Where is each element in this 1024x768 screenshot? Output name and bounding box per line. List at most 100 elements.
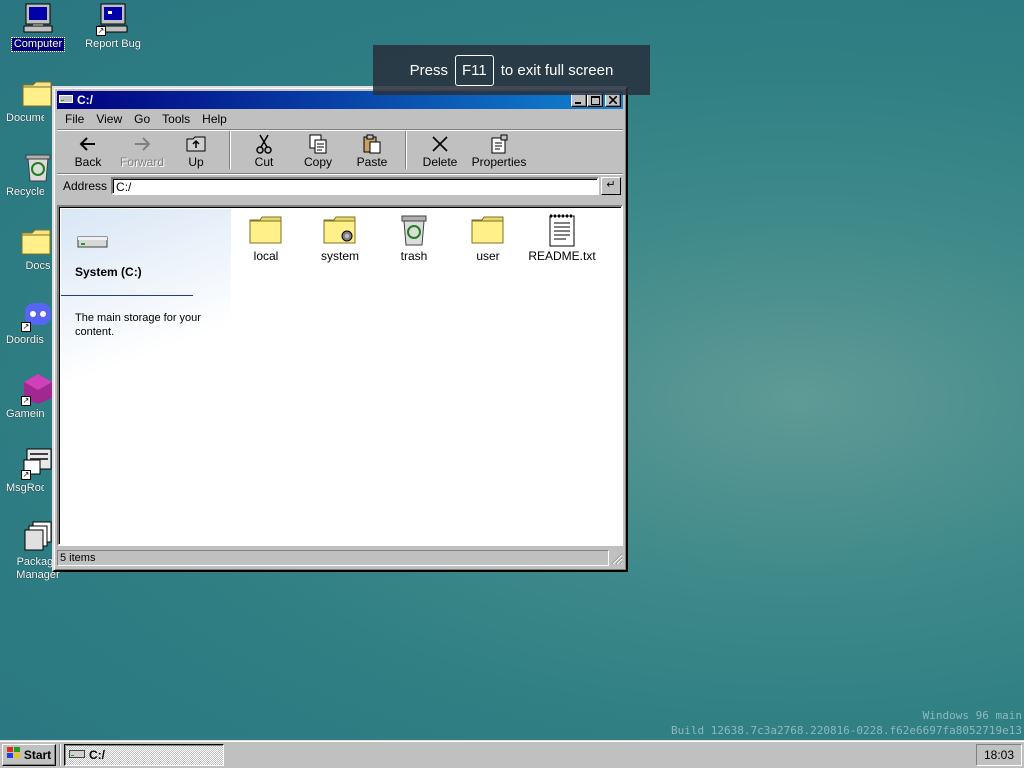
system-folder-icon bbox=[303, 211, 377, 249]
desktop-icon-label: Recycle bbox=[6, 186, 44, 198]
file-item-local[interactable]: local bbox=[229, 211, 303, 263]
fullscreen-notice: Press F11 to exit full screen bbox=[373, 45, 650, 95]
file-name: user bbox=[476, 249, 500, 263]
cut-label: Cut bbox=[254, 155, 274, 169]
watermark-line-1: Windows 96 main bbox=[922, 709, 1022, 722]
menu-view[interactable]: View bbox=[90, 110, 128, 128]
start-button[interactable]: Start bbox=[2, 743, 56, 766]
msgroom-icon: ↗ bbox=[21, 446, 55, 480]
desktop-icon-computer[interactable]: Computer bbox=[0, 2, 76, 52]
back-label: Back bbox=[74, 155, 102, 169]
properties-icon bbox=[467, 133, 531, 155]
close-button[interactable] bbox=[605, 93, 621, 107]
file-name: system bbox=[320, 249, 359, 263]
notice-key: F11 bbox=[455, 54, 494, 86]
address-label: Address bbox=[63, 178, 108, 193]
recycle-bin-icon bbox=[21, 150, 55, 184]
clock[interactable]: 18:03 bbox=[984, 748, 1014, 762]
info-sidepanel: System (C:) The main storage for your co… bbox=[61, 209, 231, 542]
system-tray: 18:03 bbox=[976, 743, 1022, 766]
cut-button[interactable]: Cut bbox=[237, 133, 291, 169]
scissors-icon bbox=[237, 133, 291, 155]
file-item-system[interactable]: system bbox=[303, 211, 377, 263]
menu-go[interactable]: Go bbox=[128, 110, 156, 128]
enter-arrow-icon: ↵ bbox=[606, 178, 616, 191]
address-bar: Address C:/ ↵ bbox=[57, 173, 623, 197]
file-name: local bbox=[253, 249, 279, 263]
maximize-icon bbox=[590, 95, 600, 105]
file-view[interactable]: System (C:) The main storage for your co… bbox=[57, 205, 623, 546]
up-button[interactable]: Up bbox=[169, 133, 223, 169]
toolbar-separator bbox=[229, 131, 231, 169]
hard-drive-icon bbox=[77, 235, 109, 249]
file-name: README.txt bbox=[528, 249, 596, 263]
package-manager-icon bbox=[21, 520, 55, 554]
notice-suffix: to exit full screen bbox=[500, 61, 614, 79]
desktop: Computer ↗ Report Bug Documents Recycle … bbox=[0, 0, 1024, 740]
taskbar-item-explorer[interactable]: C:/ bbox=[64, 743, 224, 766]
delete-label: Delete bbox=[422, 155, 458, 169]
copy-icon bbox=[291, 133, 345, 155]
desktop-icon-label: Report Bug bbox=[85, 38, 141, 50]
desktop-icon-label: Computer bbox=[10, 37, 66, 52]
watermark-line-2: Build 12638.7c3a2768.220816-0228.f62e669… bbox=[671, 724, 1022, 737]
folder-icon bbox=[451, 211, 525, 249]
address-input[interactable]: C:/ bbox=[111, 176, 599, 195]
item-count: 5 items bbox=[57, 550, 609, 566]
taskbar-separator bbox=[59, 743, 61, 766]
sidepanel-divider bbox=[61, 295, 193, 296]
file-item-trash[interactable]: trash bbox=[377, 211, 451, 263]
toolbar-separator bbox=[405, 131, 407, 169]
notice-prefix: Press bbox=[409, 61, 449, 79]
file-item-user[interactable]: user bbox=[451, 211, 525, 263]
paste-button[interactable]: Paste bbox=[345, 133, 399, 169]
menu-tools[interactable]: Tools bbox=[156, 110, 196, 128]
maximize-button[interactable] bbox=[587, 93, 603, 107]
menu-file[interactable]: File bbox=[59, 110, 90, 128]
minimize-icon bbox=[575, 102, 581, 104]
taskbar-item-label: C:/ bbox=[89, 747, 105, 762]
folder-icon bbox=[21, 76, 55, 110]
delete-x-icon bbox=[413, 133, 467, 155]
minimize-button[interactable] bbox=[571, 93, 587, 107]
drive-description: The main storage for your content. bbox=[75, 312, 201, 338]
discord-icon: ↗ bbox=[21, 298, 55, 332]
desktop-icon-label: Documents bbox=[6, 112, 44, 124]
resize-grip-icon[interactable] bbox=[609, 551, 623, 565]
start-label: Start bbox=[23, 747, 52, 762]
forward-arrow-icon bbox=[115, 133, 169, 155]
delete-button[interactable]: Delete bbox=[413, 133, 467, 169]
back-button[interactable]: Back bbox=[61, 133, 115, 169]
build-watermark: Windows 96 main Build 12638.7c3a2768.220… bbox=[622, 708, 1022, 738]
copy-label: Copy bbox=[303, 155, 332, 169]
drive-title: System (C:) bbox=[75, 265, 142, 279]
menu-bar: File View Go Tools Help bbox=[57, 109, 623, 129]
computer-icon bbox=[21, 2, 55, 36]
forward-button[interactable]: Forward bbox=[115, 133, 169, 169]
status-bar: 5 items bbox=[57, 549, 623, 567]
desktop-icon-label: Doordis bbox=[6, 334, 44, 346]
menu-help[interactable]: Help bbox=[196, 110, 233, 128]
paste-icon bbox=[345, 133, 399, 155]
game-icon: ↗ bbox=[21, 372, 55, 406]
folder-icon bbox=[229, 211, 303, 249]
forward-label: Forward bbox=[119, 155, 164, 169]
window-title: C:/ bbox=[77, 93, 93, 107]
explorer-window[interactable]: C:/ File View Go Tools Help Back Forward… bbox=[52, 86, 628, 572]
copy-button[interactable]: Copy bbox=[291, 133, 345, 169]
desktop-icon-report-bug[interactable]: ↗ Report Bug bbox=[75, 2, 151, 51]
report-bug-icon: ↗ bbox=[96, 2, 130, 36]
toolbar: Back Forward Up Cut Copy Paste Delete Pr… bbox=[57, 129, 623, 173]
recycle-bin-icon bbox=[377, 211, 451, 249]
close-icon bbox=[609, 96, 617, 104]
up-label: Up bbox=[188, 155, 204, 169]
up-folder-icon bbox=[169, 133, 223, 155]
drive-icon bbox=[69, 748, 85, 762]
drive-icon bbox=[59, 93, 73, 107]
desktop-icon-label: Docs bbox=[25, 260, 51, 272]
properties-button[interactable]: Properties bbox=[467, 133, 531, 169]
file-list: local system trash user README.txt bbox=[229, 211, 599, 263]
go-button[interactable]: ↵ bbox=[601, 176, 621, 195]
desktop-icon-label: Gameing bbox=[6, 408, 44, 420]
file-item-readme[interactable]: README.txt bbox=[525, 211, 599, 263]
